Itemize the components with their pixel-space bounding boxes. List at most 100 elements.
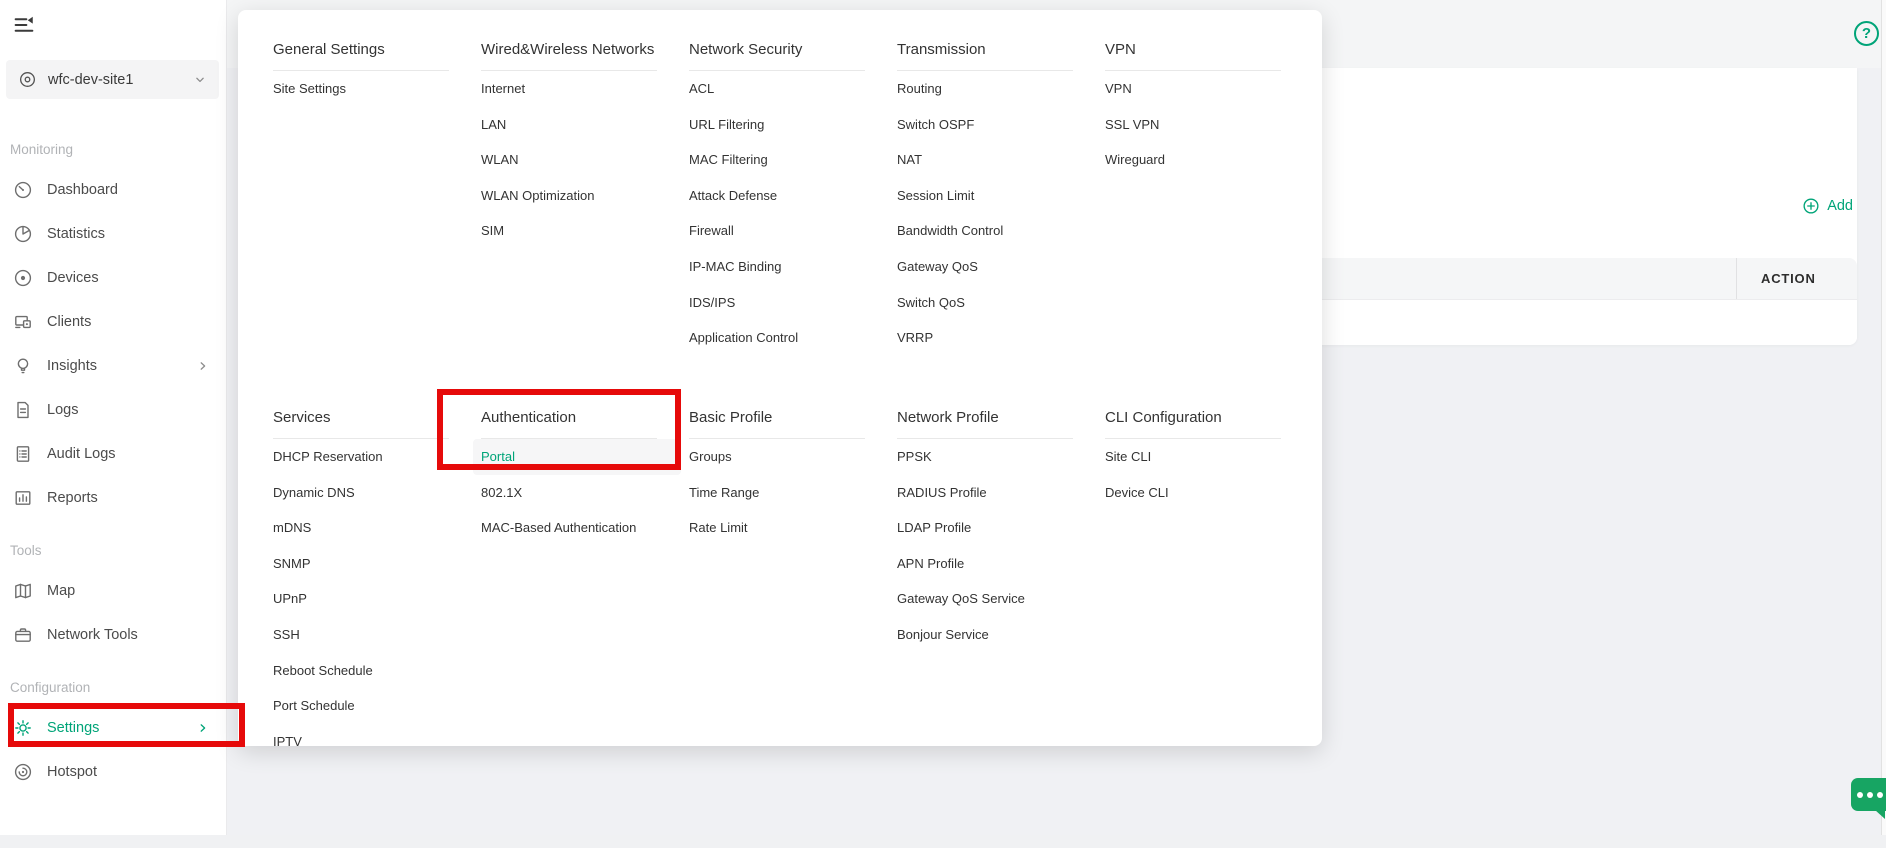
menu-item-time-range[interactable]: Time Range xyxy=(681,475,889,511)
menu-item-bonjour-service[interactable]: Bonjour Service xyxy=(889,617,1097,653)
menu-item-ldap-profile[interactable]: LDAP Profile xyxy=(889,510,1097,546)
menu-column-items: ACLURL FilteringMAC FilteringAttack Defe… xyxy=(689,71,897,356)
menu-item-switch-ospf[interactable]: Switch OSPF xyxy=(889,107,1097,143)
menu-item-mac-filtering[interactable]: MAC Filtering xyxy=(681,142,889,178)
menu-item-portal[interactable]: Portal xyxy=(473,439,681,475)
menu-item-site-cli[interactable]: Site CLI xyxy=(1097,439,1305,475)
location-pin-icon xyxy=(18,70,37,89)
menu-item-firewall[interactable]: Firewall xyxy=(681,213,889,249)
menu-item-internet[interactable]: Internet xyxy=(473,71,681,107)
menu-item-vrrp[interactable]: VRRP xyxy=(889,320,1097,356)
chat-bubble-icon[interactable] xyxy=(1851,778,1886,811)
menu-item-session-limit[interactable]: Session Limit xyxy=(889,178,1097,214)
sidebar-nav: Monitoring DashboardStatistics Devices Clie… xyxy=(0,140,226,794)
menu-column-items: Site CLIDevice CLI xyxy=(1105,439,1313,510)
menu-item-apn-profile[interactable]: APN Profile xyxy=(889,546,1097,582)
menu-item-ids-ips[interactable]: IDS/IPS xyxy=(681,285,889,321)
hotspot-icon xyxy=(13,762,33,782)
menu-column-items: DHCP ReservationDynamic DNSmDNSSNMPUPnPS… xyxy=(273,439,481,759)
menu-item-802-1x[interactable]: 802.1X xyxy=(473,475,681,511)
vertical-scrollbar[interactable] xyxy=(1881,0,1886,848)
menu-item-application-control[interactable]: Application Control xyxy=(681,320,889,356)
horizontal-scrollbar[interactable] xyxy=(0,835,1886,848)
menu-item-acl[interactable]: ACL xyxy=(681,71,889,107)
sidebar-section-monitoring: Monitoring xyxy=(10,140,226,160)
menu-item-snmp[interactable]: SNMP xyxy=(265,546,473,582)
sidebar-item-label: Insights xyxy=(47,358,97,374)
menu-item-mac-based-authentication[interactable]: MAC-Based Authentication xyxy=(473,510,681,546)
chevron-right-icon xyxy=(196,359,210,373)
menu-item-rate-limit[interactable]: Rate Limit xyxy=(681,510,889,546)
sidebar-item-label: Clients xyxy=(47,314,91,330)
menu-item-url-filtering[interactable]: URL Filtering xyxy=(681,107,889,143)
menu-item-wireguard[interactable]: Wireguard xyxy=(1097,142,1305,178)
add-button-label: Add xyxy=(1827,198,1853,214)
menu-item-port-schedule[interactable]: Port Schedule xyxy=(265,688,473,724)
sidebar-item-dashboard[interactable]: Dashboard xyxy=(0,168,226,212)
sidebar-item-devices[interactable]: Devices xyxy=(0,256,226,300)
menu-column-title: Basic Profile xyxy=(689,408,865,439)
help-icon[interactable]: ? xyxy=(1854,21,1879,46)
menu-item-gateway-qos-service[interactable]: Gateway QoS Service xyxy=(889,581,1097,617)
map-icon xyxy=(13,581,33,601)
menu-item-bandwidth-control[interactable]: Bandwidth Control xyxy=(889,213,1097,249)
menu-item-wlan-optimization[interactable]: WLAN Optimization xyxy=(473,178,681,214)
menu-item-dynamic-dns[interactable]: Dynamic DNS xyxy=(265,475,473,511)
sidebar-item-logs[interactable]: Logs xyxy=(0,388,226,432)
menu-column-title: Authentication xyxy=(481,408,657,439)
menu-item-groups[interactable]: Groups xyxy=(681,439,889,475)
menu-item-sim[interactable]: SIM xyxy=(473,213,681,249)
menu-row: ServicesDHCP ReservationDynamic DNSmDNSS… xyxy=(273,408,1322,759)
menu-column-basic-profile: Basic ProfileGroupsTime RangeRate Limit xyxy=(689,408,897,546)
menu-column-transmission: TransmissionRoutingSwitch OSPFNATSession… xyxy=(897,40,1105,356)
menu-item-vpn[interactable]: VPN xyxy=(1097,71,1305,107)
menu-column-wired-wireless-networks: Wired&Wireless NetworksInternetLANWLANWL… xyxy=(481,40,689,249)
menu-item-site-settings[interactable]: Site Settings xyxy=(265,71,473,107)
settings-icon xyxy=(13,718,33,738)
menu-item-ssl-vpn[interactable]: SSL VPN xyxy=(1097,107,1305,143)
menu-item-ip-mac-binding[interactable]: IP-MAC Binding xyxy=(681,249,889,285)
sidebar-item-reports[interactable]: Reports xyxy=(0,476,226,520)
collapse-sidebar-icon[interactable] xyxy=(12,13,36,37)
add-button[interactable]: Add xyxy=(1802,192,1853,220)
statistics-icon xyxy=(13,224,33,244)
menu-column-items: Portal802.1XMAC-Based Authentication xyxy=(481,439,689,546)
sidebar-item-clients[interactable]: Clients xyxy=(0,300,226,344)
clients-icon xyxy=(13,312,33,332)
sidebar-item-insights[interactable]: Insights xyxy=(0,344,226,388)
menu-item-iptv[interactable]: IPTV xyxy=(265,724,473,760)
menu-item-nat[interactable]: NAT xyxy=(889,142,1097,178)
menu-column-general-settings: General SettingsSite Settings xyxy=(273,40,481,107)
sidebar-item-label: Network Tools xyxy=(47,627,138,643)
chevron-right-icon xyxy=(196,721,210,735)
menu-item-radius-profile[interactable]: RADIUS Profile xyxy=(889,475,1097,511)
menu-column-services: ServicesDHCP ReservationDynamic DNSmDNSS… xyxy=(273,408,481,759)
sidebar-item-label: Devices xyxy=(47,270,99,286)
sidebar-item-network-tools[interactable]: Network Tools xyxy=(0,613,226,657)
menu-item-attack-defense[interactable]: Attack Defense xyxy=(681,178,889,214)
menu-item-ppsk[interactable]: PPSK xyxy=(889,439,1097,475)
site-selector[interactable]: wfc-dev-site1 xyxy=(6,60,219,99)
menu-item-lan[interactable]: LAN xyxy=(473,107,681,143)
menu-item-reboot-schedule[interactable]: Reboot Schedule xyxy=(265,653,473,689)
menu-column-items: PPSKRADIUS ProfileLDAP ProfileAPN Profil… xyxy=(897,439,1105,653)
menu-item-dhcp-reservation[interactable]: DHCP Reservation xyxy=(265,439,473,475)
menu-item-wlan[interactable]: WLAN xyxy=(473,142,681,178)
menu-item-mdns[interactable]: mDNS xyxy=(265,510,473,546)
menu-column-network-security: Network SecurityACLURL FilteringMAC Filt… xyxy=(689,40,897,356)
sidebar-item-map[interactable]: Map xyxy=(0,569,226,613)
menu-item-gateway-qos[interactable]: Gateway QoS xyxy=(889,249,1097,285)
chevron-down-icon xyxy=(193,73,207,87)
menu-column-title: Wired&Wireless Networks xyxy=(481,40,657,71)
sidebar-item-statistics[interactable]: Statistics xyxy=(0,212,226,256)
devices-icon xyxy=(13,268,33,288)
menu-item-switch-qos[interactable]: Switch QoS xyxy=(889,285,1097,321)
menu-item-device-cli[interactable]: Device CLI xyxy=(1097,475,1305,511)
menu-item-routing[interactable]: Routing xyxy=(889,71,1097,107)
menu-item-upnp[interactable]: UPnP xyxy=(265,581,473,617)
sidebar-item-label: Map xyxy=(47,583,75,599)
sidebar-item-audit-logs[interactable]: Audit Logs xyxy=(0,432,226,476)
sidebar-item-settings[interactable]: Settings xyxy=(0,706,226,750)
sidebar-item-hotspot[interactable]: Hotspot xyxy=(0,750,226,794)
menu-item-ssh[interactable]: SSH xyxy=(265,617,473,653)
